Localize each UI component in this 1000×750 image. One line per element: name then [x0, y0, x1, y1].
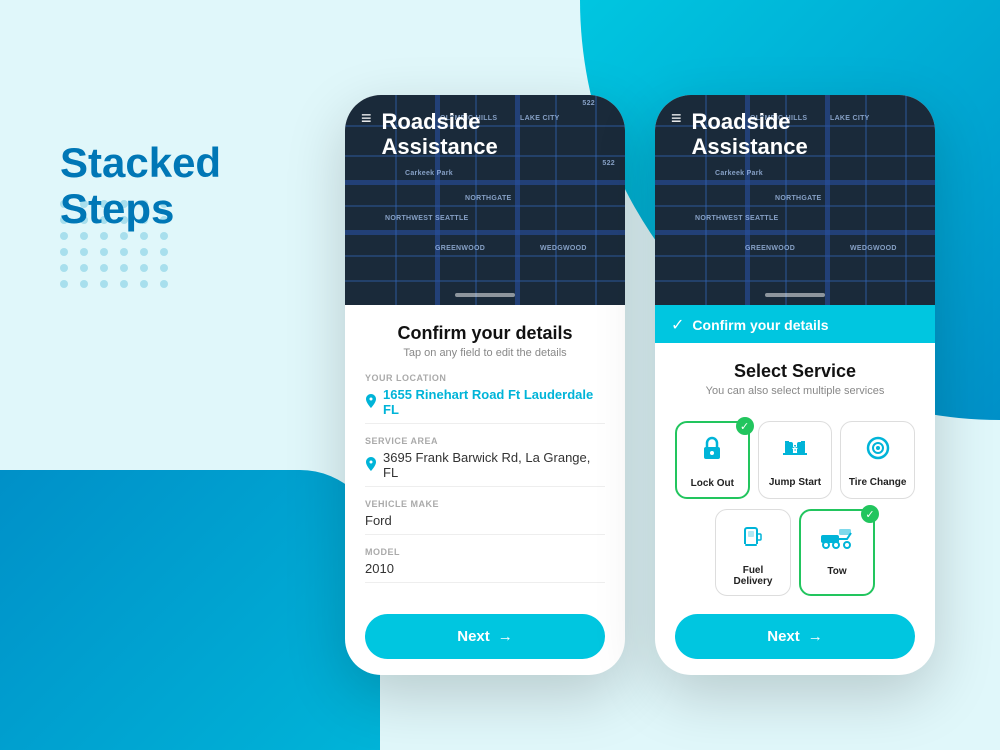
field-text: 3695 Frank Barwick Rd, La Grange, FL — [383, 450, 605, 480]
map-road — [655, 255, 935, 257]
map-label: Carkeek Park — [405, 170, 453, 177]
field-group: VEHICLE MAKE Ford — [365, 499, 605, 535]
service-label: Fuel Delivery — [722, 565, 784, 587]
field-location-icon — [365, 394, 377, 411]
phone1-next-label: Next — [457, 628, 490, 645]
map-label: GREENWOOD — [435, 245, 485, 252]
map-road — [345, 180, 625, 185]
map-label: NORTHGATE — [465, 195, 512, 202]
service-check-icon: ✓ — [736, 417, 754, 435]
step-bar-label: Confirm your details — [692, 317, 828, 333]
phone2-map-title-line2: Assistance — [692, 134, 808, 159]
service-icon — [737, 520, 769, 559]
service-grid-row2: Fuel Delivery ✓ Tow — [675, 509, 915, 596]
map-road — [345, 280, 625, 282]
field-group: YOUR LOCATION 1655 Rinehart Road Ft Laude… — [365, 373, 605, 424]
step-check-icon: ✓ — [671, 315, 684, 335]
phone1-map-title-line1: Roadside — [382, 109, 498, 134]
service-item[interactable]: Tire Change — [840, 421, 915, 499]
field-label: SERVICE AREA — [365, 436, 605, 446]
map-road — [655, 280, 935, 282]
phone2-map: OLYMPIC HILLS LAKE CITY Carkeek Park NOR… — [655, 95, 935, 305]
phone1-next-arrow: → — [498, 628, 513, 645]
field-group: MODEL 2010 — [365, 547, 605, 583]
map-label: Carkeek Park — [715, 170, 763, 177]
phone2-map-title-line1: Roadside — [692, 109, 808, 134]
map-label: 522 — [582, 100, 595, 107]
map-road — [345, 255, 625, 257]
page-title-area: Stacked Steps — [60, 140, 221, 232]
svg-text:+: + — [792, 444, 798, 455]
phone1-fields: YOUR LOCATION 1655 Rinehart Road Ft Laude… — [365, 373, 605, 595]
field-value[interactable]: 1655 Rinehart Road Ft Lauderdale FL — [365, 387, 605, 424]
phone2-card-body: Select Service You can also select multi… — [655, 343, 935, 675]
hamburger-icon[interactable]: ≡ — [361, 109, 372, 127]
service-icon — [819, 521, 855, 560]
field-label: MODEL — [365, 547, 605, 557]
field-text: Ford — [365, 513, 392, 528]
map-pill-2 — [765, 293, 825, 297]
phone2-map-header: ≡ Roadside Assistance — [671, 109, 919, 160]
service-icon — [862, 432, 894, 471]
map-road — [345, 205, 625, 207]
phones-container: OLYMPIC HILLS LAKE CITY Carkeek Park NOR… — [300, 50, 980, 720]
service-item[interactable]: ✓ Lock Out — [675, 421, 750, 499]
service-icon: + — [779, 432, 811, 471]
map-road — [655, 205, 935, 207]
field-value[interactable]: Ford — [365, 513, 605, 535]
phone-2: OLYMPIC HILLS LAKE CITY Carkeek Park NOR… — [655, 95, 935, 675]
map-label: GREENWOOD — [745, 245, 795, 252]
field-value[interactable]: 2010 — [365, 561, 605, 583]
map-pill — [455, 293, 515, 297]
phone2-card-title: Select Service — [675, 361, 915, 382]
map-road — [345, 230, 625, 235]
field-text: 2010 — [365, 561, 394, 576]
phone2-next-button[interactable]: Next → — [675, 614, 915, 659]
map-road — [655, 180, 935, 185]
phone1-card-subtitle: Tap on any field to edit the details — [365, 347, 605, 359]
field-location-icon — [365, 457, 377, 474]
hamburger-icon-2[interactable]: ≡ — [671, 109, 682, 127]
map-label: NORTHWEST SEATTLE — [385, 215, 469, 222]
service-item[interactable]: Fuel Delivery — [715, 509, 791, 596]
page-title-line2: Steps — [60, 186, 221, 232]
phone2-step-bar: ✓ Confirm your details — [655, 305, 935, 343]
field-value[interactable]: 3695 Frank Barwick Rd, La Grange, FL — [365, 450, 605, 487]
phone1-next-button[interactable]: Next → — [365, 614, 605, 659]
map-label: 522 — [602, 160, 615, 167]
phone2-next-arrow: → — [808, 628, 823, 645]
field-label: VEHICLE MAKE — [365, 499, 605, 509]
map-label: WEDGWOOD — [850, 245, 897, 252]
phone1-card-body: Confirm your details Tap on any field to… — [345, 305, 625, 675]
map-road — [655, 230, 935, 235]
service-item[interactable]: + Jump Start — [758, 421, 833, 499]
service-check-icon: ✓ — [861, 505, 879, 523]
phone1-map-title-line2: Assistance — [382, 134, 498, 159]
map-label: NORTHWEST SEATTLE — [695, 215, 779, 222]
field-group: SERVICE AREA 3695 Frank Barwick Rd, La Gr… — [365, 436, 605, 487]
service-label: Jump Start — [769, 477, 821, 488]
map-label: WEDGWOOD — [540, 245, 587, 252]
field-label: YOUR LOCATION — [365, 373, 605, 383]
phone2-next-label: Next — [767, 628, 800, 645]
map-label: NORTHGATE — [775, 195, 822, 202]
service-label: Lock Out — [691, 478, 734, 489]
page-title-line1: Stacked — [60, 140, 221, 186]
phone1-map-header: ≡ Roadside Assistance — [361, 109, 609, 160]
service-label: Tow — [827, 566, 846, 577]
service-icon — [696, 433, 728, 472]
field-text: 1655 Rinehart Road Ft Lauderdale FL — [383, 387, 605, 417]
service-label: Tire Change — [849, 477, 907, 488]
service-grid-row1: ✓ Lock Out + Jump Start Tire Change — [675, 421, 915, 499]
phone1-card-title: Confirm your details — [365, 323, 605, 344]
phone2-card-subtitle: You can also select multiple services — [675, 385, 915, 397]
service-item[interactable]: ✓ Tow — [799, 509, 875, 596]
phone1-map: OLYMPIC HILLS LAKE CITY Carkeek Park NOR… — [345, 95, 625, 305]
phone-1: OLYMPIC HILLS LAKE CITY Carkeek Park NOR… — [345, 95, 625, 675]
